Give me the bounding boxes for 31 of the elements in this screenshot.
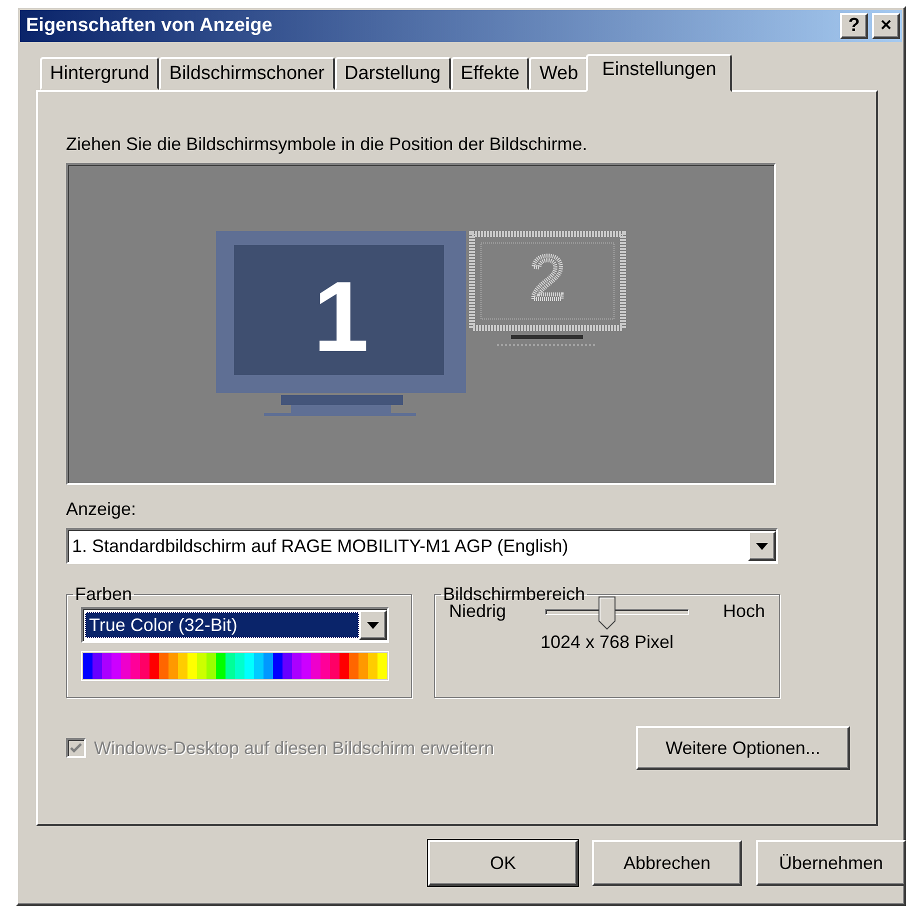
tab[interactable]: Einstellungen <box>586 54 732 92</box>
monitor-number: 2 <box>530 244 565 313</box>
advanced-button[interactable]: Weitere Optionen... <box>636 726 850 770</box>
checkbox-label: Windows-Desktop auf diesen Bildschirm erweitern <box>94 738 494 758</box>
monitor-number: 1 <box>313 261 369 373</box>
tab[interactable]: Hintergrund <box>40 57 160 90</box>
resolution-value: 1024 x 768 Pixel <box>539 632 675 653</box>
dropdown-button[interactable] <box>748 531 776 561</box>
window-title: Eigenschaften von Anzeige <box>26 15 272 37</box>
tab[interactable]: Effekte <box>450 57 530 90</box>
slider-thumb[interactable] <box>598 596 616 630</box>
display-label: Anzeige: <box>66 499 138 520</box>
group-label: Bildschirmbereich <box>442 584 586 604</box>
dialog-button[interactable]: OK <box>428 840 578 886</box>
color-depth-dropdown[interactable]: True Color (32-Bit) <box>81 607 389 643</box>
dropdown-arrow-icon <box>367 622 379 628</box>
dialog-button[interactable]: Abbrechen <box>592 840 742 886</box>
close-button[interactable]: × <box>872 13 900 39</box>
tab[interactable]: Web <box>529 57 588 90</box>
dialog-button[interactable]: Übernehmen <box>756 840 906 886</box>
instruction-text: Ziehen Sie die Bildschirmsymbole in die Position der Bildschirme. <box>66 134 588 155</box>
dropdown-button[interactable] <box>359 610 387 640</box>
slider-max-label: Hoch <box>722 601 765 622</box>
slider-min-label: Niedrig <box>449 601 506 622</box>
display-dropdown[interactable]: 1. Standardbildschirm auf RAGE MOBILITY-M1 AGP (English) <box>66 528 778 564</box>
help-button[interactable]: ? <box>840 13 868 39</box>
group-label: Farben <box>74 584 134 605</box>
checkmark-icon <box>70 743 82 753</box>
tab[interactable]: Bildschirmschoner <box>159 57 335 90</box>
tab[interactable]: Darstellung <box>334 57 451 90</box>
dropdown-arrow-icon <box>756 542 768 550</box>
